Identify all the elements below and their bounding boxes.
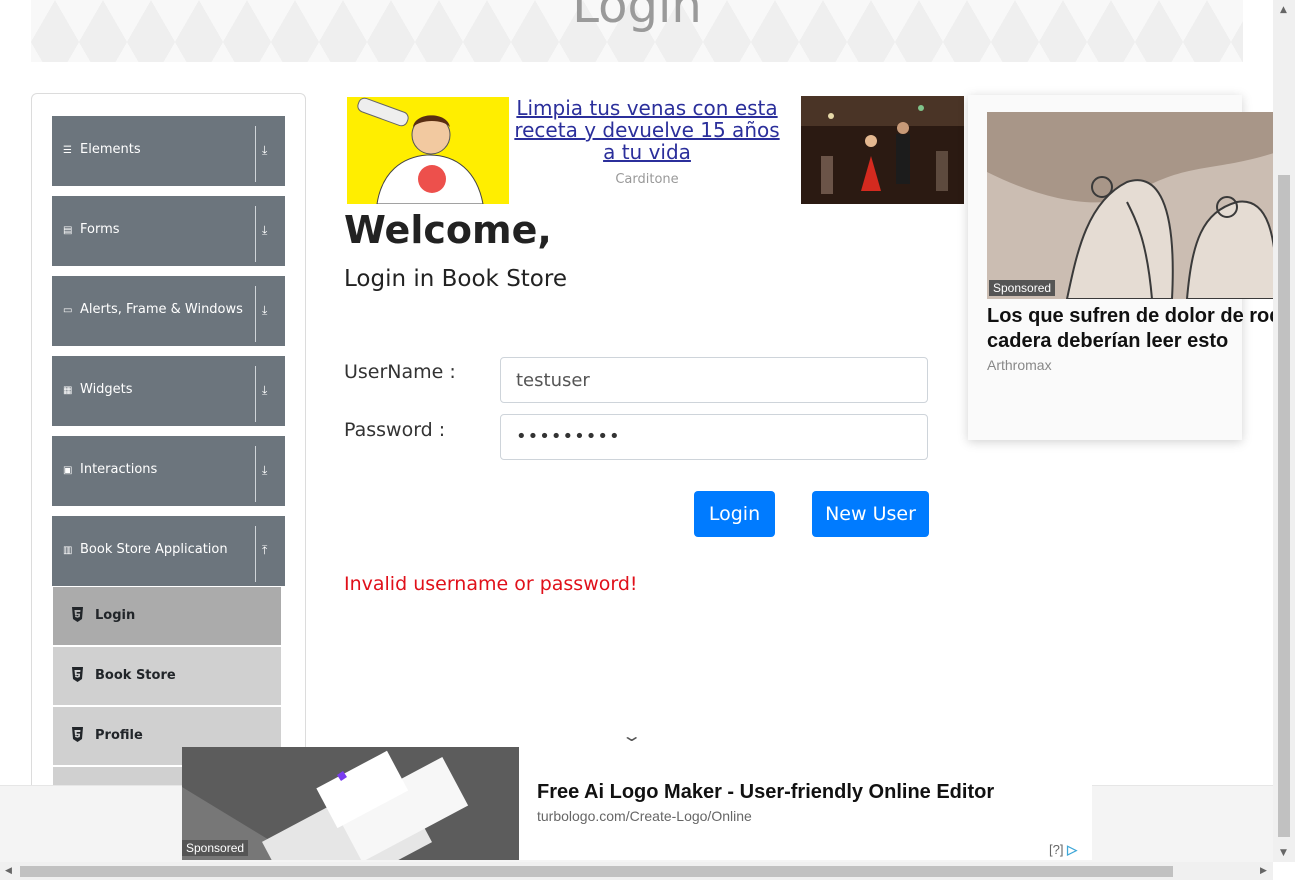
expand-down-icon[interactable]: ⤓ [262, 303, 267, 318]
document-icon: ▤ [63, 225, 73, 236]
new-user-button[interactable]: New User [812, 491, 929, 537]
sidebar-item-label: Login [95, 608, 136, 623]
password-input[interactable]: ••••••••• [500, 414, 928, 460]
sidebar-group-label: Alerts, Frame & Windows [80, 302, 243, 317]
sidebar-group-label: Widgets [80, 382, 133, 397]
bottom-ad-title[interactable]: Free Ai Logo Maker - User-friendly Onlin… [537, 781, 994, 804]
sidebar-group-interactions[interactable]: ▣ Interactions ⤓ [52, 436, 285, 506]
sidebar-group-elements[interactable]: ☰ Elements ⤓ [52, 116, 285, 186]
sidebar-item-login[interactable]: Login [53, 587, 281, 647]
ad-image-dancers[interactable] [801, 96, 964, 204]
ad-photo [801, 96, 964, 204]
ad-image[interactable] [347, 97, 509, 204]
side-ad-title-line: cadera deberían leer esto [987, 330, 1229, 352]
vertical-scroll-thumb[interactable] [1278, 175, 1290, 837]
side-ad-title[interactable]: Los que sufren de dolor de rod cadera de… [987, 304, 1287, 354]
divider [255, 526, 256, 582]
expand-down-icon[interactable]: ⤓ [262, 383, 267, 398]
horizontal-scrollbar[interactable]: ◀ ▶ [0, 862, 1273, 880]
sidebar: ☰ Elements ⤓ ▤ Forms ⤓ ▭ Alerts, Frame &… [31, 93, 306, 795]
scroll-right-arrow-icon[interactable]: ▶ [1260, 866, 1267, 876]
sponsored-badge: Sponsored [182, 840, 249, 856]
sidebar-group-alerts[interactable]: ▭ Alerts, Frame & Windows ⤓ [52, 276, 285, 346]
ad-headline-link[interactable]: Limpia tus venas con esta receta y devue… [513, 97, 781, 163]
window-icon: ▭ [63, 305, 73, 316]
bottom-ad[interactable]: Sponsored Free Ai Logo Maker - User-frie… [182, 747, 1092, 860]
sidebar-group-label: Elements [80, 142, 141, 157]
sidebar-group-forms[interactable]: ▤ Forms ⤓ [52, 196, 285, 266]
adchoices-icon[interactable]: ▷ [1067, 842, 1077, 857]
login-button[interactable]: Login [694, 491, 775, 537]
divider [255, 286, 256, 342]
html5-icon [72, 607, 83, 622]
sidebar-group-book-store[interactable]: ▥ Book Store Application ⤒ [52, 516, 285, 586]
html5-icon [72, 667, 83, 682]
page-title: Login [572, 0, 702, 34]
password-label: Password : [344, 419, 446, 441]
vertical-scrollbar[interactable]: ▲ ▼ [1273, 0, 1295, 862]
chevron-down-icon[interactable]: ⌄ [621, 726, 642, 745]
scroll-down-arrow-icon[interactable]: ▼ [1280, 848, 1287, 858]
sidebar-group-widgets[interactable]: ▦ Widgets ⤓ [52, 356, 285, 426]
divider [255, 126, 256, 182]
sidebar-group-label: Interactions [80, 462, 158, 477]
ad-image[interactable]: Sponsored [987, 112, 1277, 299]
expand-down-icon[interactable]: ⤓ [262, 143, 267, 158]
grid-icon: ▦ [63, 385, 73, 396]
sidebar-item-label: Book Store [95, 668, 176, 683]
sponsored-badge: Sponsored [989, 280, 1056, 296]
username-label: UserName : [344, 361, 456, 383]
hamburger-icon: ☰ [63, 145, 72, 156]
divider [255, 366, 256, 422]
divider [255, 446, 256, 502]
sidebar-group-label: Forms [80, 222, 120, 237]
sidebar-item-book-store[interactable]: Book Store [53, 647, 281, 707]
sidebar-group-label: Book Store Application [80, 542, 228, 557]
expand-down-icon[interactable]: ⤓ [262, 463, 267, 478]
sidebar-item-label: Profile [95, 728, 143, 743]
side-ad-title-line: Los que sufren de dolor de rod [987, 305, 1282, 327]
collapse-up-icon[interactable]: ⤒ [262, 543, 267, 558]
horizontal-scroll-thumb[interactable] [20, 866, 1173, 877]
ad-image[interactable]: Sponsored [182, 747, 519, 860]
username-input[interactable] [500, 357, 928, 403]
ad-info-link[interactable]: [?] ▷ [1049, 842, 1077, 858]
login-subtitle: Login in Book Store [344, 266, 567, 292]
calendar-icon: ▣ [63, 465, 73, 476]
knee-illustration [987, 112, 1277, 299]
side-ad[interactable]: Sponsored Los que sufren de dolor de rod… [968, 95, 1281, 440]
scroll-up-arrow-icon[interactable]: ▲ [1280, 5, 1287, 15]
error-message: Invalid username or password! [344, 573, 638, 595]
ad-info-text: [?] [1049, 842, 1064, 857]
expand-down-icon[interactable]: ⤓ [262, 223, 267, 238]
bottom-ad-url[interactable]: turbologo.com/Create-Logo/Online [537, 808, 752, 824]
side-ad-source: Arthromax [987, 357, 1052, 373]
welcome-heading: Welcome, [344, 208, 552, 252]
scroll-left-arrow-icon[interactable]: ◀ [5, 866, 12, 876]
page-header-banner: Login [31, 0, 1243, 62]
divider [255, 206, 256, 262]
ad-source: Carditone [615, 172, 679, 187]
books-icon: ▥ [63, 545, 73, 556]
ad-illustration [347, 97, 509, 204]
html5-icon [72, 727, 83, 742]
